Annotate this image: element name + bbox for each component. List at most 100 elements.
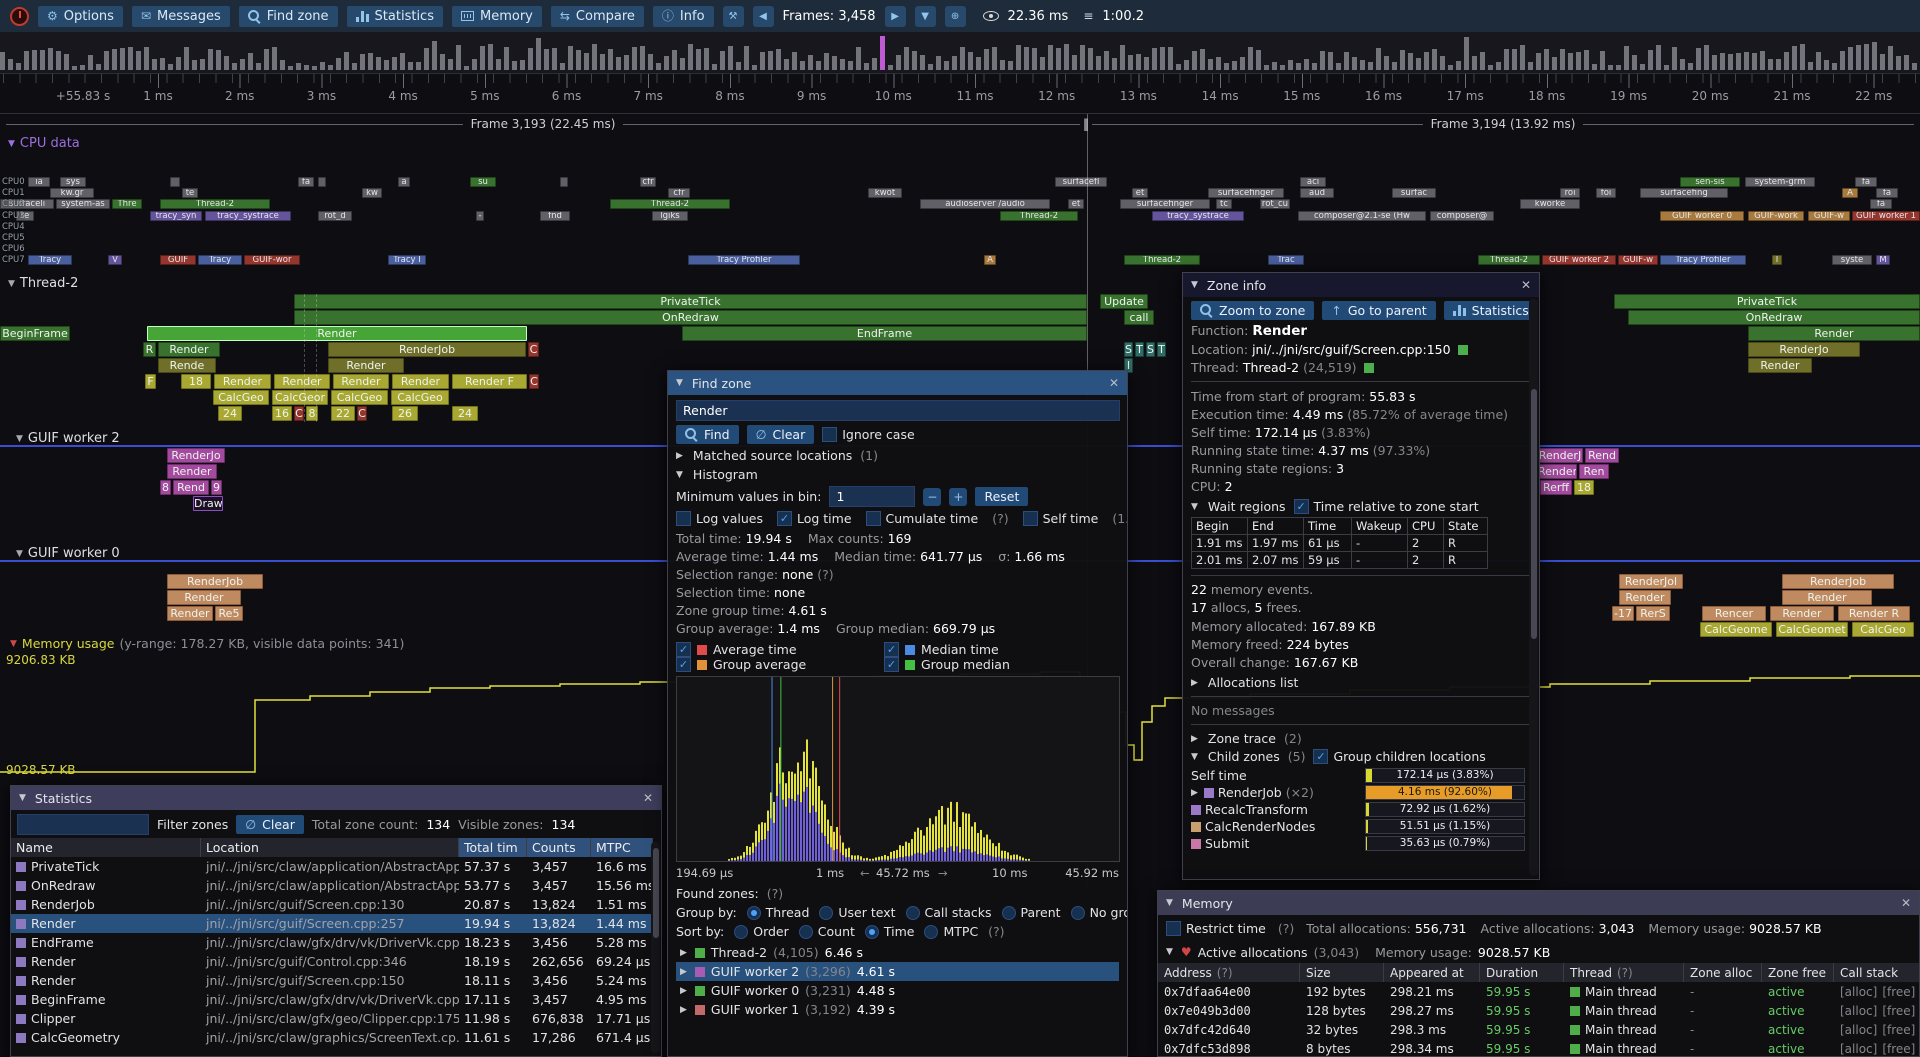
cpu-zone[interactable]: M <box>1876 255 1890 265</box>
find-zone-titlebar[interactable]: ▼ Find zone ✕ <box>668 371 1127 395</box>
timeline-zone[interactable]: Render <box>1537 464 1577 479</box>
cpu-zone[interactable]: tracy_systrace <box>205 211 291 221</box>
group-children-checkbox[interactable]: ✓Group children locations <box>1313 749 1485 764</box>
cpu-zone[interactable]: fa <box>298 177 314 187</box>
cpu-zone[interactable]: Thread-2 <box>160 199 270 209</box>
stats-row-counts[interactable]: 13,824 <box>527 914 591 933</box>
column-header[interactable]: Size <box>1300 963 1384 982</box>
timeline-zone[interactable]: CalcGeor <box>272 390 328 405</box>
stats-row-counts[interactable]: 262,656 <box>527 952 591 971</box>
timeline-zone[interactable]: C <box>294 406 304 421</box>
stats-row-mtpc[interactable]: 1.51 ms <box>591 895 653 914</box>
timeline-zone[interactable]: 24 <box>452 406 478 421</box>
timeline-zone[interactable]: Render <box>1782 590 1872 605</box>
child-zone-row[interactable]: Self time172.14 µs (3.83%) <box>1191 767 1531 784</box>
cpu-zone[interactable]: Tracy Profiler <box>1660 255 1746 265</box>
stats-row-name[interactable]: Render <box>11 952 201 971</box>
stats-row-counts[interactable]: 3,456 <box>527 933 591 952</box>
tools-button[interactable]: ⚒ <box>723 6 744 27</box>
timeline-zone[interactable]: C <box>528 342 539 357</box>
column-header[interactable]: Time <box>1304 518 1352 535</box>
timeline-zone[interactable]: CalcGeo <box>1852 622 1914 637</box>
checkbox-self-time[interactable]: Self time <box>1023 511 1099 526</box>
stats-row-counts[interactable]: 13,824 <box>527 895 591 914</box>
stats-row-mtpc[interactable]: 4.95 ms <box>591 990 653 1009</box>
stats-row-total[interactable]: 57.37 s <box>459 857 527 876</box>
timeline-zone[interactable]: S <box>1124 342 1133 357</box>
zone-group-row[interactable]: ▶Thread-2(4,105)6.46 s <box>676 943 1119 962</box>
timeline-zone[interactable]: R <box>143 342 156 357</box>
radio-time[interactable]: Time <box>865 924 915 939</box>
timeline-zone[interactable]: RenderJob <box>328 342 526 357</box>
call-stack-cell[interactable]: [alloc][free] <box>1834 1039 1920 1057</box>
filter-input[interactable] <box>17 814 149 835</box>
timeline-zone[interactable]: CalcGeo <box>391 390 449 405</box>
cpu-zone[interactable]: Trac <box>1268 255 1304 265</box>
zone-statistics-button[interactable]: Statistics <box>1444 301 1538 320</box>
decrease-bin-button[interactable]: − <box>923 488 941 506</box>
ignore-case-checkbox[interactable]: Ignore case <box>822 427 914 442</box>
cpu-zone[interactable]: GUIF <box>160 255 196 265</box>
timeline-zone[interactable]: OnRedraw <box>1628 310 1920 325</box>
checkbox-log-values[interactable]: Log values <box>676 511 763 526</box>
timeline-zone[interactable]: Draw <box>193 496 223 511</box>
cpu-zone[interactable] <box>318 177 326 187</box>
stats-row-name[interactable]: Render <box>11 914 201 933</box>
stats-row-mtpc[interactable]: 17.71 µs <box>591 1009 653 1028</box>
close-icon[interactable]: ✕ <box>1521 278 1531 292</box>
stats-row-mtpc[interactable]: 69.24 µs <box>591 952 653 971</box>
min-bin-input[interactable] <box>829 486 915 507</box>
timeline-zone[interactable]: C <box>357 406 367 421</box>
active-allocations-toggle[interactable]: ▼ ♥ Active allocations (3,043) Memory us… <box>1158 941 1919 963</box>
messages-button[interactable]: ✉Messages <box>132 6 230 27</box>
cpu-zone[interactable]: GUIF-wor <box>244 255 300 265</box>
call-stack-cell[interactable]: [alloc][free] <box>1834 1001 1920 1020</box>
timeline-zone[interactable]: S <box>1146 342 1155 357</box>
cpu-zone[interactable]: aud <box>1300 188 1334 198</box>
memory-usage-section-toggle[interactable]: ▼ Memory usage (y-range: 178.27 KB, visi… <box>10 636 404 651</box>
timeline-zone[interactable]: F <box>145 374 156 389</box>
timeline-zone[interactable]: Render <box>1748 326 1920 341</box>
cpu-zone[interactable]: cfr <box>640 177 656 187</box>
stats-row-location[interactable]: jni/../jni/src/guif/Screen.cpp:130 <box>201 895 459 914</box>
stats-row-location[interactable]: jni/../jni/src/claw/gfx/drv/vk/DriverVk.… <box>201 990 459 1009</box>
timeline-zone[interactable]: Rerff <box>1540 480 1572 495</box>
collapse-icon[interactable]: ▼ <box>19 793 26 803</box>
timeline-zone[interactable]: Render <box>214 374 271 389</box>
child-zone-row[interactable]: CalcRenderNodes51.51 µs (1.15%) <box>1191 818 1531 835</box>
help-icon[interactable]: (?) <box>767 886 783 901</box>
timeline-zone[interactable]: T <box>1157 342 1166 357</box>
zone-group-row[interactable]: ▶GUIF worker 1(3,192)4.39 s <box>676 1000 1119 1019</box>
timeline-zone[interactable]: -17 <box>1612 606 1634 621</box>
allocation-thread[interactable]: Main thread <box>1564 1020 1684 1039</box>
cpu-zone[interactable]: V <box>108 255 122 265</box>
checkbox-cumulate-time[interactable]: Cumulate time <box>866 511 979 526</box>
stats-row-mtpc[interactable]: 5.28 ms <box>591 933 653 952</box>
timeline-zone[interactable]: Render <box>158 342 220 357</box>
allocation-thread[interactable]: Main thread <box>1564 1001 1684 1020</box>
legend-item[interactable]: ✓Group average <box>676 657 876 672</box>
search-input[interactable] <box>676 400 1120 421</box>
help-icon[interactable]: (?) <box>1217 966 1233 980</box>
timeline-zone[interactable]: PrivateTick <box>294 294 1087 309</box>
cpu-zone[interactable]: Thread-2 <box>1124 255 1200 265</box>
timeline-zone[interactable]: 8 <box>160 480 171 495</box>
column-header[interactable]: Wakeup <box>1352 518 1408 535</box>
info-button[interactable]: ⓘInfo <box>653 6 714 27</box>
cpu-zone[interactable]: roi <box>1560 188 1580 198</box>
thread-color-swatch[interactable] <box>1364 363 1374 373</box>
timeline-zone[interactable]: T <box>1135 342 1144 357</box>
timeline-zone[interactable]: RerS <box>1636 606 1670 621</box>
cpu-zone[interactable]: fa <box>1855 177 1877 187</box>
timeline-zone[interactable]: RenderJo <box>1748 342 1860 357</box>
cpu-zone[interactable]: system-as <box>56 199 110 209</box>
stats-row-name[interactable]: BeginFrame <box>11 990 201 1009</box>
stats-row-total[interactable]: 18.23 s <box>459 933 527 952</box>
cpu-zone[interactable]: et <box>1132 188 1148 198</box>
radio-order[interactable]: Order <box>734 924 789 939</box>
cpu-zone[interactable]: GUIF-work <box>1748 211 1804 221</box>
clear-button[interactable]: ∅Clear <box>747 425 815 444</box>
timeline-zone[interactable]: Ren <box>1579 464 1609 479</box>
close-icon[interactable]: ✕ <box>1109 376 1119 390</box>
cpu-zone[interactable]: audioserver /audio <box>920 199 1050 209</box>
